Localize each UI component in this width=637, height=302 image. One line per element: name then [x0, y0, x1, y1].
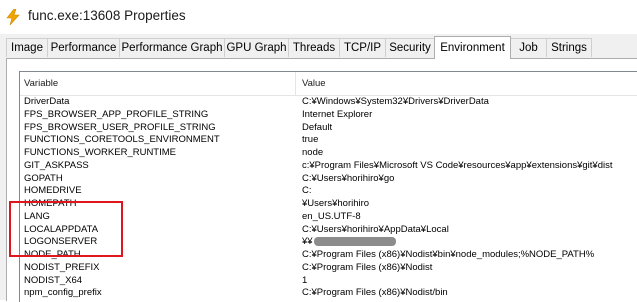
value-text: Internet Explorer [302, 108, 373, 120]
table-row[interactable]: HOMEDRIVE C: [20, 185, 637, 198]
variable-cell: LANG [24, 210, 50, 222]
tab-security[interactable]: Security [385, 38, 435, 57]
table-row[interactable]: FUNCTIONS_WORKER_RUNTIME node [20, 147, 637, 160]
variable-cell: FUNCTIONS_WORKER_RUNTIME [24, 147, 177, 158]
table-row[interactable]: NODE_PATH C:¥Program Files (x86)¥Nodist¥b… [20, 249, 637, 262]
table-row[interactable]: NODIST_PREFIX C:¥Program Files (x86)¥Nodi… [20, 262, 637, 275]
variable-cell: HOMEPATH [24, 198, 77, 209]
variable-cell: LOCALAPPDATA [24, 223, 99, 235]
table-row[interactable]: LOGONSERVER ¥¥ [20, 236, 637, 249]
lightning-bolt-icon [6, 8, 20, 26]
value-cell: node [302, 147, 637, 160]
value-text: C: [302, 185, 312, 197]
variable-cell: FPS_BROWSER_USER_PROFILE_STRING [24, 121, 216, 133]
variable-cell: DriverData [24, 96, 70, 107]
tab-image[interactable]: Image [6, 38, 48, 57]
table-row[interactable]: HOMEPATH ¥Users¥horihiro [20, 198, 637, 211]
column-divider[interactable] [295, 72, 296, 95]
table-row[interactable]: GIT_ASKPASS c:¥Program Files¥Microsoft VS… [20, 160, 637, 173]
variable-cell: HOMEDRIVE [24, 185, 82, 197]
environment-list[interactable]: Variable Value DriverData C:¥Windows¥Syst… [19, 71, 637, 302]
value-cell: Internet Explorer [302, 109, 637, 122]
table-row[interactable]: npm_config_prefix C:¥Program Files (x86)¥… [20, 287, 637, 300]
value-text: ¥¥ [302, 236, 313, 248]
value-cell: en_US.UTF-8 [302, 211, 637, 224]
value-text: C:¥Program Files (x86)¥Nodist [302, 261, 433, 273]
tab-tcp-ip[interactable]: TCP/IP [339, 38, 386, 57]
window-title: func.exe:13608 Properties [28, 8, 186, 23]
variable-cell: NODE_PATH [24, 249, 81, 260]
table-row[interactable]: NODIST_X64 1 [20, 275, 637, 288]
value-cell: true [302, 134, 637, 147]
value-cell: ¥Users¥horihiro [302, 198, 637, 211]
tab-gpu-graph[interactable]: GPU Graph [224, 38, 289, 57]
list-rows: DriverData C:¥Windows¥System32¥Drivers¥Dr… [20, 96, 637, 300]
environment-panel: Variable Value DriverData C:¥Windows¥Syst… [6, 58, 637, 302]
variable-cell: NODIST_PREFIX [24, 261, 100, 273]
variable-cell: GIT_ASKPASS [24, 159, 89, 171]
table-row[interactable]: FPS_BROWSER_APP_PROFILE_STRING Internet E… [20, 109, 637, 122]
value-text: ¥Users¥horihiro [302, 198, 370, 209]
title-bar: func.exe:13608 Properties [0, 0, 637, 34]
value-text: 1 [302, 274, 308, 286]
list-header: Variable Value [20, 72, 637, 96]
value-cell: Default [302, 122, 637, 135]
value-text: C:¥Users¥horihiro¥AppData¥Local [302, 223, 449, 235]
value-cell: c:¥Program Files¥Microsoft VS Code¥resou… [302, 160, 637, 173]
tab-environment[interactable]: Environment [434, 36, 511, 59]
table-row[interactable]: LOCALAPPDATA C:¥Users¥horihiro¥AppData¥Lo… [20, 224, 637, 237]
value-cell: C:¥Program Files (x86)¥Nodist [302, 262, 637, 275]
value-text: C:¥Users¥horihiro¥go [302, 172, 395, 184]
tab-job[interactable]: Job [510, 38, 547, 57]
table-row[interactable]: DriverData C:¥Windows¥System32¥Drivers¥Dr… [20, 96, 637, 109]
table-row[interactable]: FUNCTIONS_CORETOOLS_ENVIRONMENT true [20, 134, 637, 147]
variable-cell: npm_config_prefix [24, 287, 102, 299]
value-text: node [302, 147, 324, 158]
column-header-value[interactable]: Value [302, 72, 632, 95]
value-text: c:¥Program Files¥Microsoft VS Code¥resou… [302, 159, 613, 171]
tab-strings[interactable]: Strings [546, 38, 592, 57]
variable-cell: FPS_BROWSER_APP_PROFILE_STRING [24, 108, 209, 120]
variable-cell: LOGONSERVER [24, 236, 98, 248]
value-cell: C:¥Windows¥System32¥Drivers¥DriverData [302, 96, 637, 109]
value-text: C:¥Windows¥System32¥Drivers¥DriverData [302, 96, 489, 107]
value-text: true [302, 134, 319, 146]
tab-performance-graph[interactable]: Performance Graph [119, 38, 225, 57]
value-cell: C:¥Users¥horihiro¥AppData¥Local [302, 224, 637, 237]
value-cell: 1 [302, 275, 637, 288]
tab-threads[interactable]: Threads [288, 38, 340, 57]
value-cell: C:¥Program Files (x86)¥Nodist¥bin¥node_m… [302, 249, 637, 262]
tab-performance[interactable]: Performance [47, 38, 120, 57]
table-row[interactable]: LANG en_US.UTF-8 [20, 211, 637, 224]
value-cell: C: [302, 185, 637, 198]
column-header-variable[interactable]: Variable [24, 72, 293, 95]
value-cell: C:¥Program Files (x86)¥Nodist/bin [302, 287, 637, 300]
value-text: Default [302, 121, 333, 133]
value-cell: ¥¥ [302, 236, 637, 249]
variable-cell: GOPATH [24, 172, 63, 184]
value-text: C:¥Program Files (x86)¥Nodist¥bin¥node_m… [302, 249, 595, 260]
properties-dialog: Image Performance Performance Graph GPU … [0, 34, 637, 302]
value-text: en_US.UTF-8 [302, 210, 361, 222]
table-row[interactable]: FPS_BROWSER_USER_PROFILE_STRING Default [20, 122, 637, 135]
value-text: C:¥Program Files (x86)¥Nodist/bin [302, 287, 448, 299]
tab-strip: Image Performance Performance Graph GPU … [6, 36, 637, 59]
variable-cell: NODIST_X64 [24, 274, 83, 286]
variable-cell: FUNCTIONS_CORETOOLS_ENVIRONMENT [24, 134, 220, 146]
value-cell: C:¥Users¥horihiro¥go [302, 173, 637, 186]
redaction-mark [313, 237, 396, 247]
table-row[interactable]: GOPATH C:¥Users¥horihiro¥go [20, 173, 637, 186]
